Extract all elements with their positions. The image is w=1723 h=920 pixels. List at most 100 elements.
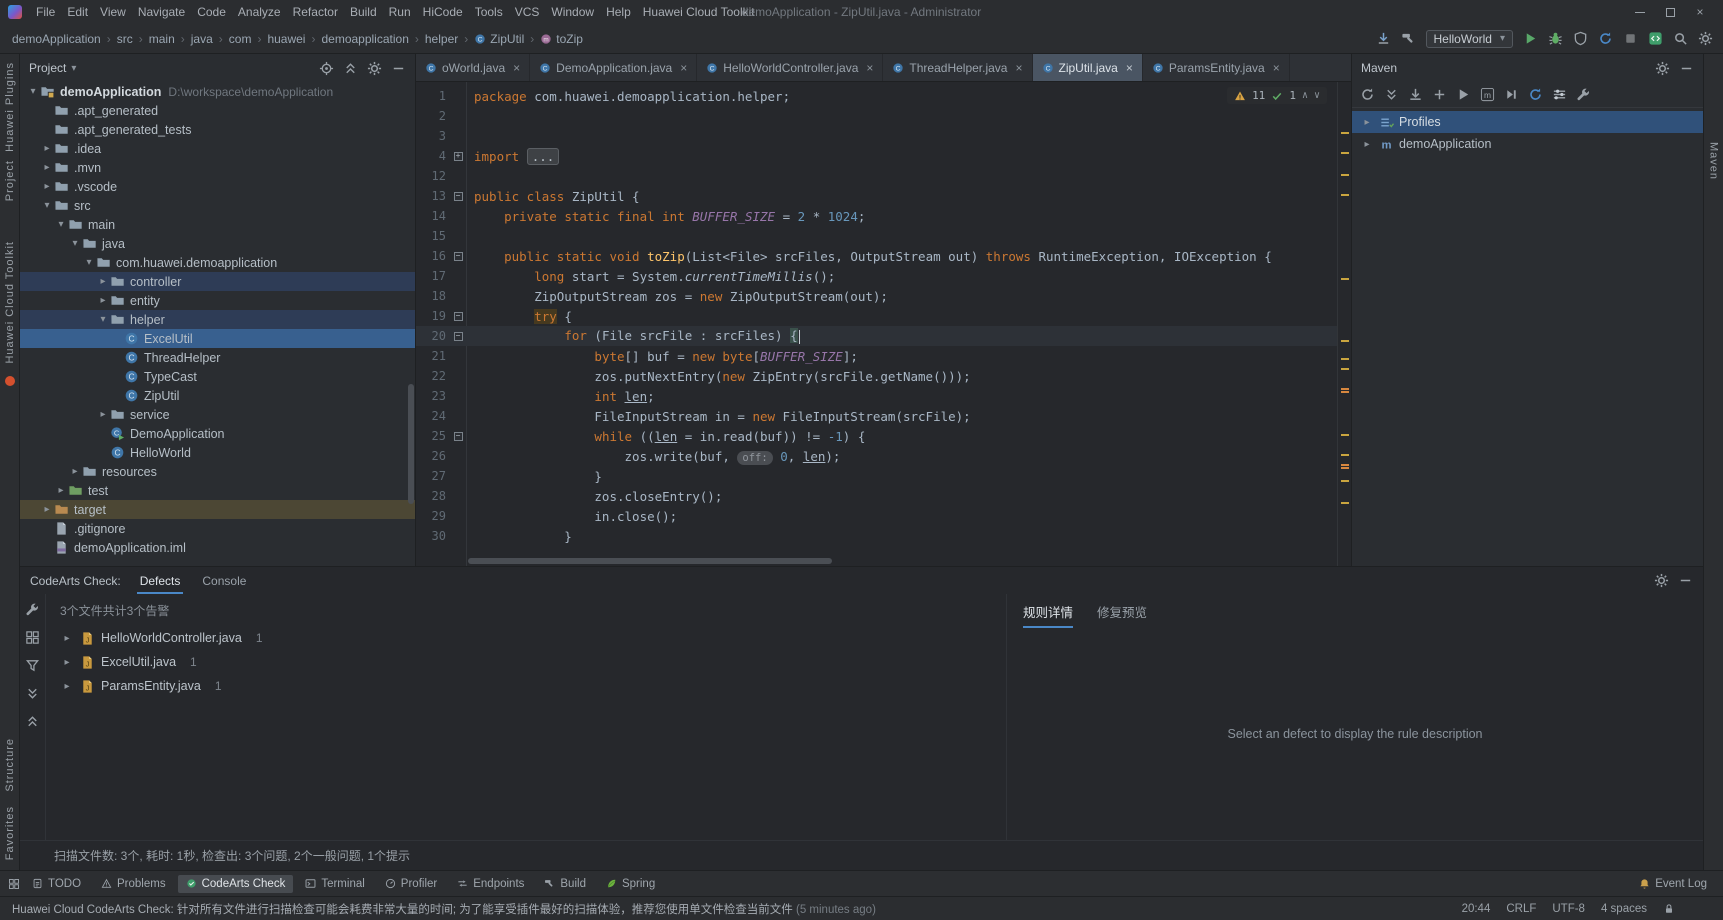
code-line-30[interactable]: 30 } — [416, 526, 1337, 546]
chevron-right-icon[interactable]: ▸ — [54, 485, 68, 496]
close-button[interactable]: × — [1685, 1, 1715, 23]
stripe-mark[interactable] — [1341, 464, 1349, 466]
tree-item-demoapplication[interactable]: ▾demoApplicationD:\workspace\demoApplica… — [20, 82, 415, 101]
tree-item-excelutil[interactable]: CExcelUtil — [20, 329, 415, 348]
breadcrumb-src[interactable]: src — [115, 31, 135, 47]
chevron-down-icon[interactable]: ▾ — [40, 200, 54, 211]
prev-issue-icon[interactable]: ∧ — [1302, 90, 1308, 101]
minimize-button[interactable] — [1625, 1, 1655, 23]
chevron-right-icon[interactable]: ▸ — [96, 295, 110, 306]
toolstrip-structure[interactable]: Structure — [4, 738, 16, 792]
status-message[interactable]: Huawei Cloud CodeArts Check: 针对所有文件进行扫描检… — [12, 901, 1452, 917]
detail-tab-item[interactable]: 修复预览 — [1097, 602, 1147, 628]
close-tab-icon[interactable]: × — [1015, 61, 1022, 75]
error-stripe[interactable] — [1337, 82, 1351, 566]
breadcrumb-tozip[interactable]: mtoZip — [538, 31, 585, 47]
locate-icon[interactable] — [319, 61, 334, 76]
code-line-4[interactable]: 4+import ... — [416, 146, 1337, 166]
menu-tools[interactable]: Tools — [469, 3, 509, 21]
editor[interactable]: 1package com.huawei.demoapplication.help… — [416, 82, 1351, 566]
fold-marker[interactable]: − — [450, 312, 466, 321]
chevron-right-icon[interactable]: ▸ — [96, 276, 110, 287]
rerun-icon[interactable] — [1598, 31, 1613, 46]
menu-vcs[interactable]: VCS — [509, 3, 546, 21]
code-line-27[interactable]: 27 } — [416, 466, 1337, 486]
stripe-mark[interactable] — [1341, 454, 1349, 456]
hscroll-thumb[interactable] — [468, 558, 832, 564]
chevron-down-icon[interactable]: ▾ — [96, 314, 110, 325]
tree-item-test[interactable]: ▸test — [20, 481, 415, 500]
toolstrip-favorites[interactable]: Favorites — [4, 806, 16, 860]
bottom-tab-console[interactable]: Console — [199, 567, 249, 594]
build-hammer-icon[interactable] — [1401, 31, 1416, 46]
run-icon[interactable] — [1523, 31, 1538, 46]
stripe-mark[interactable] — [1341, 358, 1349, 360]
breadcrumb-helper[interactable]: helper — [423, 31, 460, 47]
caret-position[interactable]: 20:44 — [1462, 903, 1491, 915]
toolstrip-huawei-cloud-toolkit[interactable]: Huawei Cloud Toolkit — [4, 241, 16, 364]
chevron-right-icon[interactable]: ▸ — [40, 143, 54, 154]
fold-marker[interactable]: − — [450, 332, 466, 341]
code-line-21[interactable]: 21 byte[] buf = new byte[BUFFER_SIZE]; — [416, 346, 1337, 366]
menu-analyze[interactable]: Analyze — [232, 3, 287, 21]
toolstrip-huawei-plugins[interactable]: Huawei Plugins — [4, 62, 16, 152]
breadcrumb-com[interactable]: com — [227, 31, 254, 47]
stripe-mark[interactable] — [1341, 480, 1349, 482]
toolwindow-spring[interactable]: Spring — [598, 875, 663, 893]
tree-item-gitignore[interactable]: .gitignore — [20, 519, 415, 538]
code-line-28[interactable]: 28 zos.closeEntry(); — [416, 486, 1337, 506]
code-line-12[interactable]: 12 — [416, 166, 1337, 186]
close-tab-icon[interactable]: × — [866, 61, 873, 75]
close-tab-icon[interactable]: × — [1273, 61, 1280, 75]
line-ending[interactable]: CRLF — [1506, 903, 1536, 915]
group-icon[interactable] — [25, 630, 40, 645]
breadcrumb-java[interactable]: java — [189, 31, 215, 47]
tree-item-threadhelper[interactable]: CThreadHelper — [20, 348, 415, 367]
tab-demoapplication-java[interactable]: CDemoApplication.java× — [530, 54, 697, 81]
chevron-right-icon[interactable]: ▸ — [40, 162, 54, 173]
collapse-all-icon[interactable] — [343, 61, 358, 76]
tree-item-helper[interactable]: ▾helper — [20, 310, 415, 329]
project-panel-title[interactable]: Project — [29, 61, 66, 75]
project-scrollbar[interactable] — [408, 384, 414, 504]
chevron-right-icon[interactable]: ▸ — [1360, 117, 1374, 128]
chevron-right-icon[interactable]: ▸ — [60, 681, 74, 692]
stripe-mark[interactable] — [1341, 340, 1349, 342]
code-line-14[interactable]: 14 private static final int BUFFER_SIZE … — [416, 206, 1337, 226]
breadcrumb-main[interactable]: main — [147, 31, 177, 47]
search-icon[interactable] — [1673, 31, 1688, 46]
toolwindow-event-log[interactable]: Event Log — [1631, 875, 1715, 893]
tree-item-typecast[interactable]: CTypeCast — [20, 367, 415, 386]
tree-item-controller[interactable]: ▸controller — [20, 272, 415, 291]
stripe-mark[interactable] — [1341, 502, 1349, 504]
stripe-mark[interactable] — [1341, 174, 1349, 176]
expand-all-icon[interactable] — [1384, 87, 1399, 102]
menu-navigate[interactable]: Navigate — [132, 3, 191, 21]
expand-all-icon[interactable] — [25, 686, 40, 701]
code-line-20[interactable]: 20− for (File srcFile : srcFiles) { — [416, 326, 1337, 346]
menu-build[interactable]: Build — [344, 3, 383, 21]
code-line-2[interactable]: 2 — [416, 106, 1337, 126]
code-line-29[interactable]: 29 in.close(); — [416, 506, 1337, 526]
tree-item-main[interactable]: ▾main — [20, 215, 415, 234]
defect-row-helloworldcontroller-java[interactable]: ▸JHelloWorldController.java1 — [52, 626, 1006, 650]
fold-marker[interactable]: + — [450, 152, 466, 161]
coverage-icon[interactable] — [1573, 31, 1588, 46]
menu-run[interactable]: Run — [383, 3, 417, 21]
chevron-right-icon[interactable]: ▸ — [40, 181, 54, 192]
breadcrumb-huawei[interactable]: huawei — [265, 31, 307, 47]
tree-item-resources[interactable]: ▸resources — [20, 462, 415, 481]
collapse-all-icon[interactable] — [25, 714, 40, 729]
toolwindow-build[interactable]: Build — [536, 875, 594, 893]
chevron-down-icon[interactable]: ▾ — [71, 63, 76, 74]
wrench-icon[interactable] — [25, 602, 40, 617]
menu-hicode[interactable]: HiCode — [417, 3, 469, 21]
menu-window[interactable]: Window — [545, 3, 600, 21]
download-icon[interactable] — [1408, 87, 1423, 102]
stop-icon[interactable] — [1623, 31, 1638, 46]
skip-tests-icon[interactable] — [1504, 87, 1519, 102]
chevron-right-icon[interactable]: ▸ — [1360, 139, 1374, 150]
tree-item-apt-generated-tests[interactable]: .apt_generated_tests — [20, 120, 415, 139]
tab-oworld-java[interactable]: CoWorld.java× — [416, 54, 530, 81]
toolwindow-profiler[interactable]: Profiler — [377, 875, 445, 893]
